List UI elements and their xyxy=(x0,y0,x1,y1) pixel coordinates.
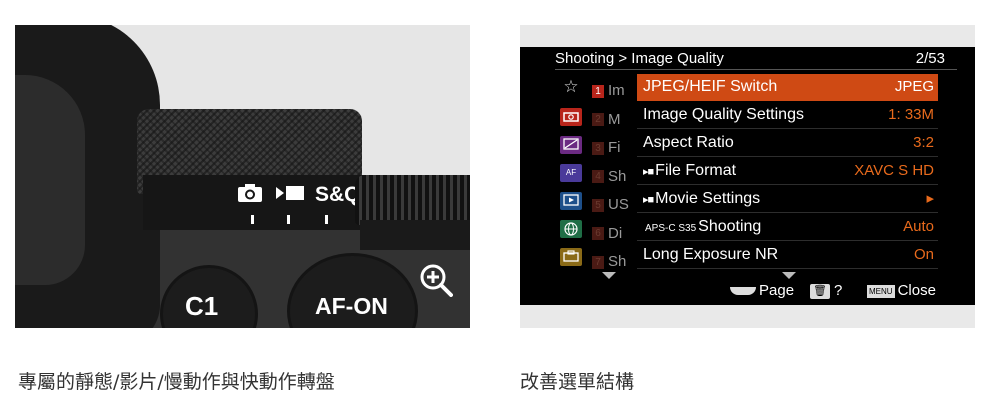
menu-item-image-quality-settings[interactable]: Image Quality Settings 1: 33M xyxy=(637,102,938,129)
chevron-right-icon: ▸ xyxy=(926,190,934,207)
af-on-button-label: AF-ON xyxy=(315,293,388,319)
exposure-icon xyxy=(562,138,580,152)
dial-tick xyxy=(287,215,290,224)
submenu-item[interactable]: 6 Di xyxy=(592,220,637,249)
photo-mode-icon xyxy=(237,183,263,209)
camera-dial-photo: S&Q C1 AF-ON xyxy=(15,25,470,328)
dial-tick xyxy=(325,215,328,224)
af-icon: AF xyxy=(565,168,577,177)
scroll-down-indicator xyxy=(602,272,616,279)
left-caption: 專屬的靜態/影片/慢動作與快動作轉盤 xyxy=(18,371,335,393)
page-indicator: 2/53 xyxy=(915,50,945,67)
c1-button-label: C1 xyxy=(185,291,219,321)
sq-mode-label: S&Q xyxy=(315,183,361,206)
header-divider xyxy=(555,69,957,70)
close-hint[interactable]: MENU Close xyxy=(867,282,936,299)
toolbox-icon xyxy=(562,250,580,264)
aps-c-s35-icon: APS-C S35 xyxy=(645,223,697,234)
submenu-item[interactable]: 2M xyxy=(592,106,637,135)
camera-icon xyxy=(562,110,580,124)
wheel-base xyxy=(360,220,470,250)
menu-key-icon: MENU xyxy=(867,284,895,298)
network-icon xyxy=(562,222,580,236)
scroll-down-indicator xyxy=(782,272,796,279)
page-key-icon xyxy=(730,287,756,296)
menu-item-aspect-ratio[interactable]: Aspect Ratio 3:2 xyxy=(637,130,938,157)
submenu-item[interactable]: 4 Sh xyxy=(592,163,637,192)
camera-menu-screen: Shooting > Image Quality 2/53 ☆ AF 1 Im 2… xyxy=(520,47,975,305)
menu-breadcrumb: Shooting > Image Quality xyxy=(555,50,724,67)
playback-icon xyxy=(562,194,580,208)
trash-key-icon: 🗑 xyxy=(810,283,830,299)
submenu-item[interactable]: 1 Im xyxy=(592,77,637,106)
dial-tick xyxy=(251,215,254,224)
right-caption: 改善選單結構 xyxy=(520,371,635,393)
control-wheel xyxy=(355,175,470,225)
menu-item-jpeg-heif-switch[interactable]: JPEG/HEIF Switch JPEG xyxy=(637,74,938,101)
movie-icon: ▸■ xyxy=(643,166,654,178)
menu-item-long-exposure-nr[interactable]: Long Exposure NR On xyxy=(637,242,938,269)
movie-icon: ▸■ xyxy=(643,194,654,206)
submenu-item[interactable]: 5 US xyxy=(592,191,637,220)
movie-mode-icon xyxy=(275,183,305,209)
submenu-item[interactable]: 3 Fi xyxy=(592,134,637,163)
submenu-list: 1 Im 2M 3 Fi 4 Sh 5 US 6 Di 7 Sh xyxy=(592,77,637,277)
menu-item-file-format[interactable]: ▸■ File Format XAVC S HD xyxy=(637,158,938,185)
menu-item-movie-settings[interactable]: ▸■ Movie Settings ▸ xyxy=(637,186,938,213)
star-icon[interactable]: ☆ xyxy=(562,78,580,95)
page-hint: Page xyxy=(730,282,794,299)
magnify-plus-icon xyxy=(420,264,453,297)
menu-item-aps-c-shooting[interactable]: APS-C S35 Shooting Auto xyxy=(637,214,938,241)
help-hint: 🗑? xyxy=(810,282,842,299)
